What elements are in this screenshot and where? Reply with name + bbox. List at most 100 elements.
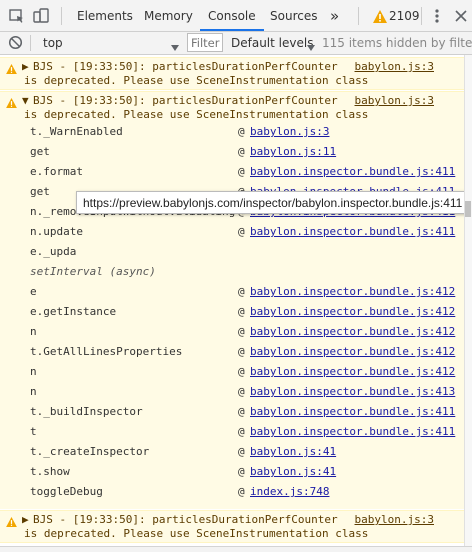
stack-trace: t._WarnEnabled @ babylon.js:3 get @ baby… xyxy=(0,122,464,504)
toolbar-divider xyxy=(30,35,31,51)
stack-frame: toggleDebug @ index.js:748 xyxy=(0,482,464,502)
stack-frame-function: t._buildInspector xyxy=(30,405,143,418)
context-select[interactable]: top xyxy=(43,32,63,54)
toolbar-divider xyxy=(358,7,359,25)
stack-frame-function: t.GetAllLinesProperties xyxy=(30,345,183,358)
warning-icon[interactable] xyxy=(373,10,387,26)
stack-frame-link[interactable]: babylon.inspector.bundle.js:412 xyxy=(250,305,455,318)
tab-sources[interactable]: Sources xyxy=(270,0,317,31)
stack-frame-link[interactable]: babylon.js:41 xyxy=(250,465,336,478)
at-symbol: @ xyxy=(238,125,245,138)
inspect-element-icon[interactable] xyxy=(8,7,26,25)
toolbar-divider xyxy=(61,7,62,25)
stack-frame: e.getInstance @ babylon.inspector.bundle… xyxy=(0,302,464,322)
stack-frame: t._createInspector @ babylon.js:41 xyxy=(0,442,464,462)
stack-frame-link[interactable]: babylon.inspector.bundle.js:412 xyxy=(250,325,455,338)
async-separator: setInterval (async) xyxy=(0,262,464,282)
stack-frame-function: get xyxy=(30,145,50,158)
stack-frame-link[interactable]: babylon.inspector.bundle.js:413 xyxy=(250,385,455,398)
toolbar-divider xyxy=(421,7,422,25)
stack-frame-link[interactable]: babylon.inspector.bundle.js:411 xyxy=(250,405,455,418)
stack-frame-link[interactable]: babylon.inspector.bundle.js:412 xyxy=(250,365,455,378)
stack-frame-function: e xyxy=(30,285,37,298)
collapse-triangle-icon[interactable]: ▼ xyxy=(22,94,29,108)
at-symbol: @ xyxy=(238,385,245,398)
chevron-down-icon[interactable] xyxy=(307,40,315,54)
link-url-tooltip: https://preview.babylonjs.com/inspector/… xyxy=(76,191,470,214)
stack-frame-function: e._upda xyxy=(30,245,77,258)
stack-frame: get @ babylon.js:11 xyxy=(0,142,464,162)
console-filter-bar: top Default levels 115 items hidden by f… xyxy=(0,32,472,55)
console-warning-message[interactable]: ▶ BJS - [19:33:50]: particlesDurationPer… xyxy=(0,57,464,90)
console-scrollbar[interactable] xyxy=(464,55,472,552)
hidden-items-count: 115 items hidden by filters xyxy=(322,36,472,50)
stack-frame-link[interactable]: index.js:748 xyxy=(250,485,329,498)
stack-frame-link[interactable]: babylon.inspector.bundle.js:412 xyxy=(250,345,455,358)
expand-triangle-icon[interactable]: ▶ xyxy=(22,513,29,527)
stack-frame-function: n.update xyxy=(30,225,83,238)
chevron-down-icon[interactable] xyxy=(171,40,179,54)
stack-frame-function: n xyxy=(30,385,37,398)
console-warning-message[interactable]: ▶ BJS - [19:33:50]: particlesDurationPer… xyxy=(0,510,464,543)
warning-icon xyxy=(6,97,17,111)
console-warning-message-expanded[interactable]: ▼ BJS - [19:33:50]: particlesDurationPer… xyxy=(0,91,464,509)
stack-frame-link[interactable]: babylon.js:11 xyxy=(250,145,336,158)
stack-frame: t._buildInspector @ babylon.inspector.bu… xyxy=(0,402,464,422)
stack-frame: e.format @ babylon.inspector.bundle.js:4… xyxy=(0,162,464,182)
message-source-link[interactable]: babylon.js:3 xyxy=(355,513,434,527)
warning-icon xyxy=(6,516,17,530)
stack-frame-function: n xyxy=(30,365,37,378)
message-text-line2: is deprecated. Please use SceneInstrumen… xyxy=(24,74,369,87)
devtools-tab-bar: Elements Memory Console Sources » 2109 xyxy=(0,0,472,32)
tab-console[interactable]: Console xyxy=(200,0,264,31)
stack-frame-link[interactable]: babylon.inspector.bundle.js:411 xyxy=(250,225,455,238)
warning-icon xyxy=(6,63,17,77)
device-toolbar-icon[interactable] xyxy=(32,7,50,25)
stack-frame: e._upda xyxy=(0,242,464,262)
at-symbol: @ xyxy=(238,325,245,338)
tab-elements[interactable]: Elements xyxy=(77,0,133,31)
stack-frame-function: t.show xyxy=(30,465,70,478)
log-levels-select[interactable]: Default levels xyxy=(231,32,313,54)
stack-frame-function: e.getInstance xyxy=(30,305,117,318)
console-prompt-strip xyxy=(0,546,472,552)
close-icon[interactable] xyxy=(452,7,470,25)
stack-frame: n @ babylon.inspector.bundle.js:412 xyxy=(0,362,464,382)
warning-count[interactable]: 2109 xyxy=(389,0,420,32)
at-symbol: @ xyxy=(238,465,245,478)
stack-frame: t.GetAllLinesProperties @ babylon.inspec… xyxy=(0,342,464,362)
stack-frame: n @ babylon.inspector.bundle.js:412 xyxy=(0,322,464,342)
expand-triangle-icon[interactable]: ▶ xyxy=(22,60,29,74)
stack-frame: n @ babylon.inspector.bundle.js:413 xyxy=(0,382,464,402)
filter-input[interactable] xyxy=(187,33,223,52)
message-source-link[interactable]: babylon.js:3 xyxy=(355,94,434,108)
stack-frame-link[interactable]: babylon.js:3 xyxy=(250,125,329,138)
clear-console-icon[interactable] xyxy=(8,35,23,53)
stack-frame-function: t._WarnEnabled xyxy=(30,125,123,138)
at-symbol: @ xyxy=(238,165,245,178)
console-messages: ▶ BJS - [19:33:50]: particlesDurationPer… xyxy=(0,55,472,552)
stack-frame-link[interactable]: babylon.inspector.bundle.js:412 xyxy=(250,285,455,298)
message-text-line2: is deprecated. Please use SceneInstrumen… xyxy=(24,527,369,540)
stack-frame: t.show @ babylon.js:41 xyxy=(0,462,464,482)
message-text-line1: BJS - [19:33:50]: particlesDurationPerfC… xyxy=(33,60,338,73)
message-text-line1: BJS - [19:33:50]: particlesDurationPerfC… xyxy=(33,513,338,526)
at-symbol: @ xyxy=(238,285,245,298)
at-symbol: @ xyxy=(238,225,245,238)
tab-memory[interactable]: Memory xyxy=(144,0,193,31)
stack-frame-link[interactable]: babylon.inspector.bundle.js:411 xyxy=(250,425,455,438)
scrollbar-thumb[interactable] xyxy=(465,201,471,217)
stack-frame-link[interactable]: babylon.inspector.bundle.js:411 xyxy=(250,165,455,178)
stack-frame-link[interactable]: babylon.js:41 xyxy=(250,445,336,458)
at-symbol: @ xyxy=(238,425,245,438)
stack-frame: n.update @ babylon.inspector.bundle.js:4… xyxy=(0,222,464,242)
stack-frame-function: t._createInspector xyxy=(30,445,150,458)
at-symbol: @ xyxy=(238,365,245,378)
more-tabs-button[interactable]: » xyxy=(330,0,339,31)
message-source-link[interactable]: babylon.js:3 xyxy=(355,60,434,74)
more-options-icon[interactable] xyxy=(428,7,446,25)
stack-frame-function: e.format xyxy=(30,165,83,178)
at-symbol: @ xyxy=(238,305,245,318)
stack-frame-function: n xyxy=(30,325,37,338)
message-text-line2: is deprecated. Please use SceneInstrumen… xyxy=(24,108,369,121)
